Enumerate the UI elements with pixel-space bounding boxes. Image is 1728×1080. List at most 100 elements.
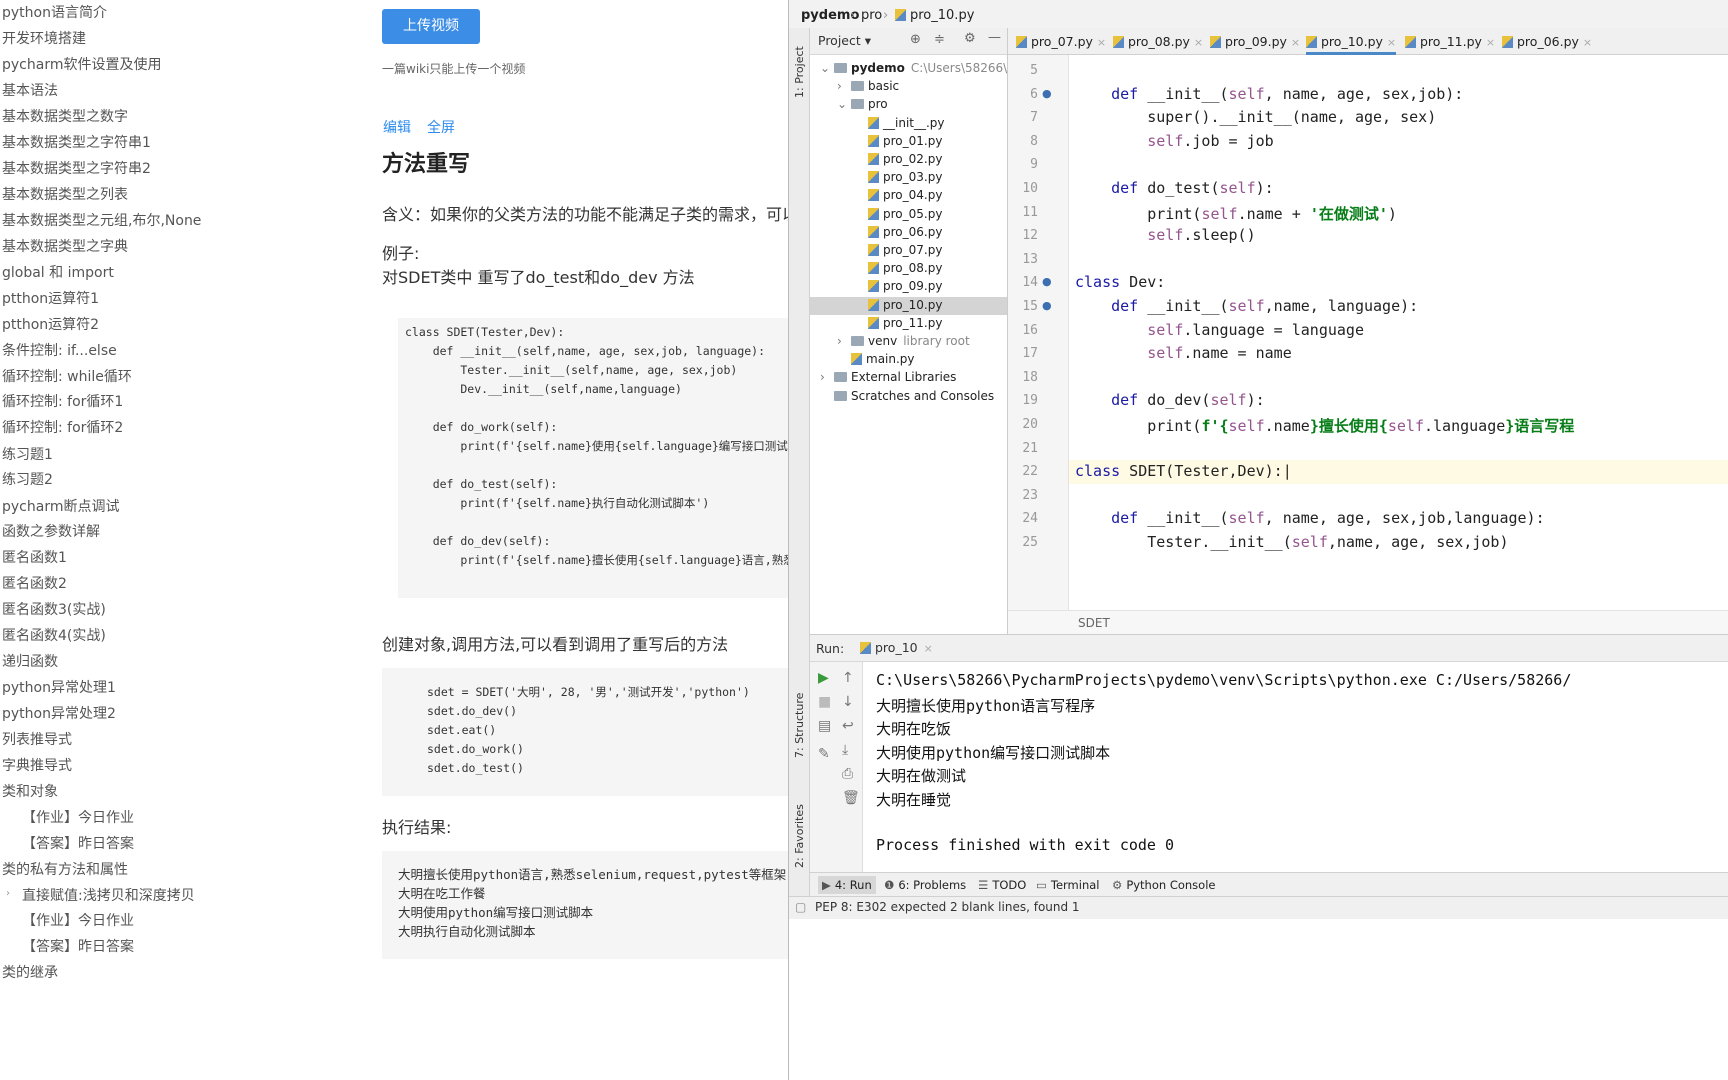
bottom-tab[interactable]: ☰ TODO [978,878,1026,892]
edit-link[interactable]: 编辑 [383,117,411,137]
bottom-tab[interactable]: ⚙ Python Console [1112,878,1215,892]
gear-icon[interactable]: ⚙ [964,31,976,46]
structure-tool-tab[interactable]: 7: Structure [793,693,806,758]
tree-item[interactable]: __init__.py [810,115,1007,133]
tree-item[interactable]: pro_03.py [810,169,1007,187]
project-view-selector[interactable]: Project ▾ [818,33,871,48]
tree-item[interactable]: pro_07.py [810,242,1007,260]
nav-item[interactable]: 类的私有方法和属性 [2,859,128,879]
nav-item[interactable]: 开发环境搭建 [2,28,86,48]
tree-item[interactable]: pro_08.py [810,260,1007,278]
close-icon[interactable]: × [1291,36,1300,49]
tree-item[interactable]: pro_06.py [810,224,1007,242]
tree-item[interactable]: ⌄ pro [810,96,1007,114]
nav-item[interactable]: 条件控制: if...else [2,340,117,360]
nav-item[interactable]: 直接赋值:浅拷贝和深度拷贝 [22,885,195,905]
editor-tab[interactable]: pro_06.py × [1502,34,1592,49]
close-icon[interactable]: × [1194,36,1203,49]
locate-icon[interactable]: ⊕ [910,32,921,47]
nav-item[interactable]: 匿名函数4(实战) [2,625,106,645]
bottom-tab[interactable]: ▶ 4: Run [818,876,876,894]
nav-item[interactable]: python异常处理2 [2,703,116,723]
close-icon[interactable]: × [1583,36,1592,49]
status-toggle-icon[interactable]: ▢ [795,900,806,914]
nav-item[interactable]: python语言简介 [2,2,107,22]
nav-item[interactable]: 练习题2 [2,469,53,489]
nav-item[interactable]: 循环控制: for循环2 [2,417,123,437]
chevron-icon[interactable]: ⌄ [837,97,851,111]
override-icon[interactable]: ● [1042,275,1052,288]
pin-icon[interactable]: ✎ [818,746,830,762]
upload-video-button[interactable]: 上传视频 [382,9,480,44]
nav-item[interactable]: 匿名函数3(实战) [2,599,106,619]
nav-item[interactable]: 基本数据类型之字符串1 [2,132,151,152]
trash-icon[interactable]: 🗑 [842,790,860,806]
editor-tab[interactable]: pro_11.py × [1405,34,1495,49]
nav-item[interactable]: 【作业】今日作业 [22,807,134,827]
tree-item[interactable]: ⌄ pydemo C:\Users\58266\PycharmProjects\py… [810,60,1007,78]
minimize-icon[interactable]: — [988,30,1001,45]
nav-item[interactable]: pycharm软件设置及使用 [2,54,161,74]
override-icon[interactable]: ● [1042,299,1052,312]
tree-item[interactable]: main.py [810,351,1007,369]
bottom-tab[interactable]: ▭ Terminal [1036,878,1099,892]
tree-item[interactable]: pro_01.py [810,133,1007,151]
scroll-down-icon[interactable]: ↓ [842,694,854,710]
nav-item[interactable]: 匿名函数1 [2,547,67,567]
tree-item[interactable]: pro_10.py [810,296,1007,315]
run-config-tab[interactable]: pro_10 × [860,640,933,655]
nav-item[interactable]: python异常处理1 [2,677,116,697]
layout-icon[interactable]: ▤ [818,718,831,734]
nav-item[interactable]: 【答案】昨日答案 [22,833,134,853]
nav-item[interactable]: 基本数据类型之字符串2 [2,158,151,178]
nav-item[interactable]: 练习题1 [2,444,53,464]
favorites-tool-tab[interactable]: 2: Favorites [793,804,806,868]
tree-item[interactable]: Scratches and Consoles [810,388,1007,406]
code-editor[interactable]: 5 6 7 8 9 10 11 12 13 14 15 16 17 18 19 20 21 22 23 24 25 ● ● ●… [1008,55,1728,635]
nav-item[interactable]: 匿名函数2 [2,573,67,593]
chevron-icon[interactable]: › [837,334,851,348]
soft-wrap-icon[interactable]: ↩ [842,718,854,734]
nav-item[interactable]: 列表推导式 [2,729,72,749]
print-icon[interactable]: ⎙ [842,766,853,782]
chevron-right-icon[interactable]: › [6,888,10,899]
editor-tab[interactable]: pro_07.py × [1016,34,1106,49]
tree-item[interactable]: pro_09.py [810,278,1007,296]
close-icon[interactable]: × [1486,36,1495,49]
nav-item[interactable]: 字典推导式 [2,755,72,775]
nav-item[interactable]: 基本数据类型之元组,布尔,None [2,210,201,230]
tree-item[interactable]: pro_02.py [810,151,1007,169]
nav-item[interactable]: 递归函数 [2,651,58,671]
stop-icon[interactable]: ■ [818,694,831,710]
nav-item[interactable]: 循环控制: while循环 [2,366,132,386]
tree-item[interactable]: › basic [810,78,1007,96]
rerun-icon[interactable]: ▶ [818,670,829,686]
tree-item[interactable]: pro_04.py [810,187,1007,205]
scroll-up-icon[interactable]: ↑ [842,670,854,686]
nav-item[interactable]: global 和 import [2,262,114,282]
tree-item[interactable]: › venv library root [810,333,1007,351]
close-icon[interactable]: × [1097,36,1106,49]
nav-item[interactable]: ptthon运算符2 [2,314,99,334]
chevron-icon[interactable]: › [820,370,834,384]
editor-tab[interactable]: pro_10.py × [1306,34,1397,55]
bottom-tab[interactable]: ❶ 6: Problems [884,878,966,892]
close-icon[interactable]: × [1387,36,1396,49]
tree-item[interactable]: › External Libraries [810,369,1007,387]
collapse-all-icon[interactable]: ≑ [934,32,945,47]
nav-item[interactable]: 类和对象 [2,781,58,801]
nav-item[interactable]: ptthon运算符1 [2,288,99,308]
breadcrumb-folder[interactable]: pro [861,8,882,23]
chevron-icon[interactable]: ⌄ [820,61,834,75]
scroll-to-end-icon[interactable]: ⤓ [842,742,848,758]
nav-item[interactable]: 【作业】今日作业 [22,910,134,930]
nav-item[interactable]: 基本语法 [2,80,58,100]
nav-item[interactable]: 基本数据类型之数字 [2,106,128,126]
chevron-icon[interactable]: › [837,79,851,93]
tree-item[interactable]: pro_05.py [810,206,1007,224]
nav-item[interactable]: pycharm断点调试 [2,496,119,516]
editor-tab[interactable]: pro_08.py × [1113,34,1203,49]
close-icon[interactable]: × [924,642,933,655]
nav-item[interactable]: 基本数据类型之列表 [2,184,128,204]
nav-item[interactable]: 类的继承 [2,962,58,982]
